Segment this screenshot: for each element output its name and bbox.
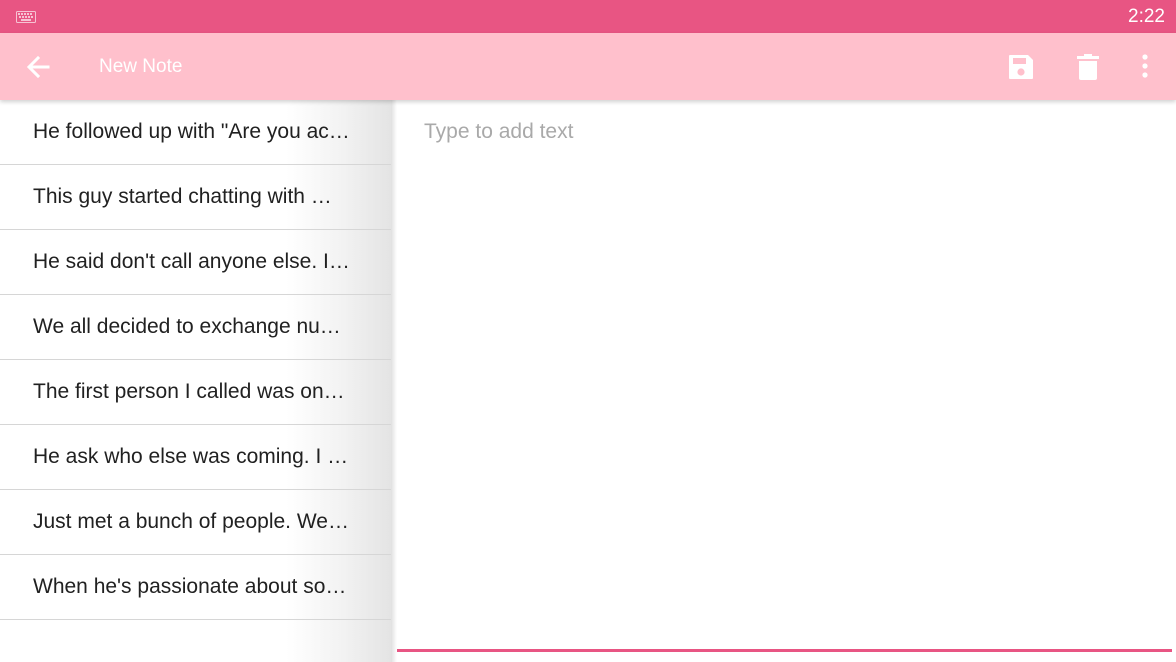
- note-preview: This guy started chatting with …: [33, 185, 332, 208]
- note-editor: [397, 100, 1172, 652]
- note-preview: The first person I called was on…: [33, 380, 345, 403]
- status-bar: 2:22: [0, 0, 1176, 33]
- note-list-item[interactable]: He ask who else was coming. I …: [0, 425, 391, 490]
- note-preview: When he's passionate about so…: [33, 575, 347, 598]
- note-preview: Just met a bunch of people. We…: [33, 510, 349, 533]
- delete-button[interactable]: [1073, 52, 1103, 82]
- app-toolbar: New Note: [0, 33, 1176, 100]
- save-button[interactable]: [1006, 52, 1036, 82]
- input-underline: [397, 649, 1172, 652]
- note-list-item[interactable]: The first person I called was on…: [0, 360, 391, 425]
- note-preview: We all decided to exchange nu…: [33, 315, 341, 338]
- more-vert-icon: [1142, 54, 1148, 78]
- save-icon: [1009, 55, 1033, 79]
- note-list-item[interactable]: He said don't call anyone else. I…: [0, 230, 391, 295]
- note-text-input[interactable]: [397, 100, 1172, 650]
- note-list-item[interactable]: When he's passionate about so…: [0, 555, 391, 620]
- list-shadow: [391, 100, 397, 662]
- note-preview: He said don't call anyone else. I…: [33, 250, 350, 273]
- more-options-button[interactable]: [1136, 52, 1154, 82]
- status-time: 2:22: [1128, 6, 1165, 27]
- note-list-item[interactable]: We all decided to exchange nu…: [0, 295, 391, 360]
- note-preview: He followed up with "Are you ac…: [33, 120, 350, 143]
- note-list-item[interactable]: Just met a bunch of people. We…: [0, 490, 391, 555]
- note-list: He followed up with "Are you ac… This gu…: [0, 100, 397, 662]
- back-button[interactable]: [22, 52, 54, 82]
- delete-icon: [1077, 54, 1099, 80]
- keyboard-icon: [16, 11, 36, 23]
- page-title: New Note: [99, 56, 183, 77]
- note-list-item[interactable]: He followed up with "Are you ac…: [0, 100, 391, 165]
- note-preview: He ask who else was coming. I …: [33, 445, 349, 468]
- arrow-back-icon: [26, 55, 50, 79]
- note-list-item[interactable]: This guy started chatting with …: [0, 165, 391, 230]
